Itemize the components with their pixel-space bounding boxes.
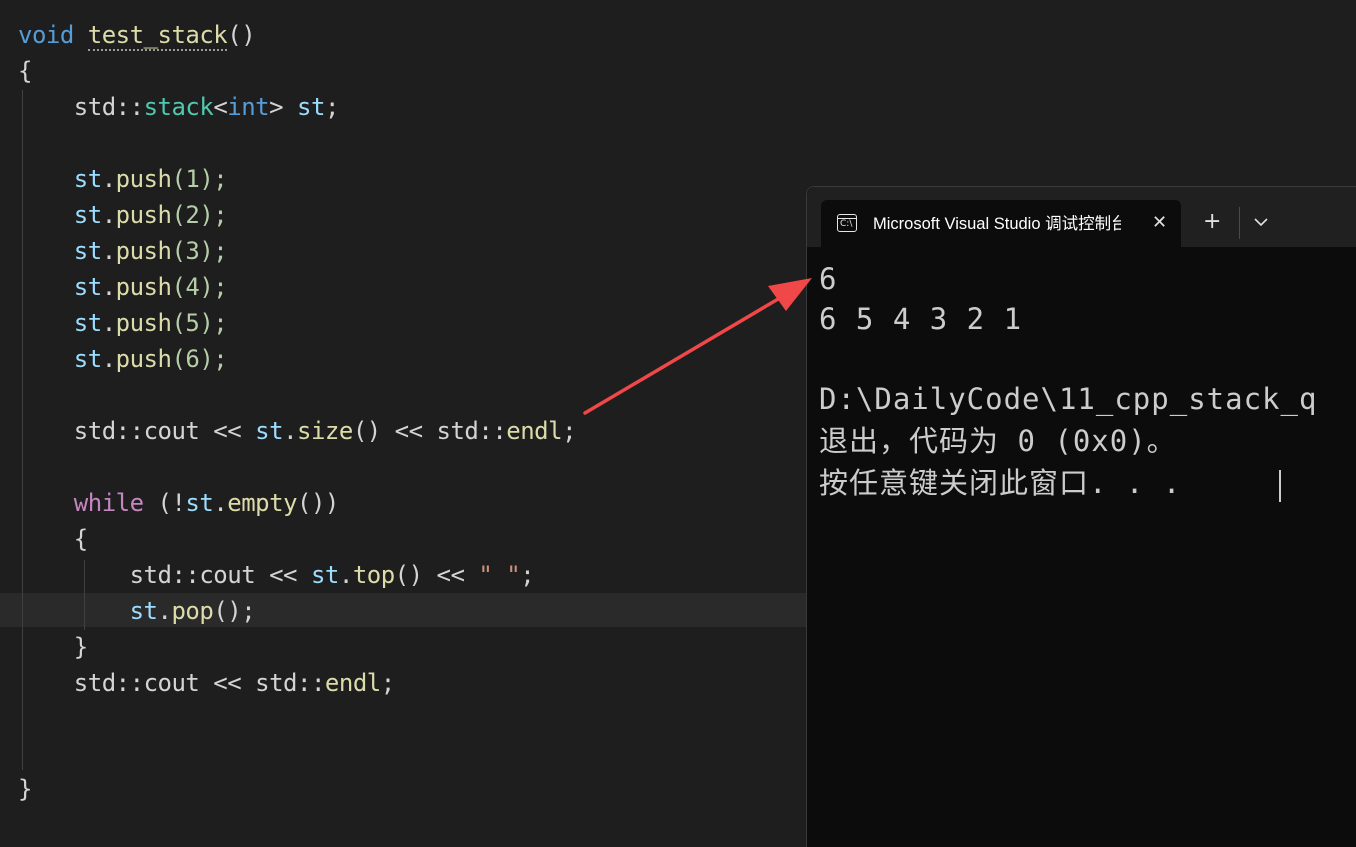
console-tab[interactable]: C:\ Microsoft Visual Studio 调试控制台 ✕ [821, 200, 1181, 247]
code-line-push-4[interactable]: st.push(4); [18, 269, 228, 305]
code-line-cout-endl[interactable]: std::cout << std::endl; [18, 665, 395, 701]
console-output-line: D:\DailyCode\11_cpp_stack_q [819, 382, 1318, 416]
console-output-line: 退出，代码为 0 (0x0)。 [819, 424, 1177, 458]
code-line-end[interactable]: } [18, 771, 32, 807]
code-line-1[interactable]: void test_stack() [18, 17, 256, 53]
tab-title: Microsoft Visual Studio 调试控制台 [873, 215, 1121, 233]
code-line-pop[interactable]: st.pop(); [18, 593, 256, 629]
code-line-cout-top[interactable]: std::cout << st.top() << " "; [18, 557, 535, 593]
code-line-while[interactable]: while (!st.empty()) [18, 485, 340, 521]
close-icon[interactable]: ✕ [1152, 212, 1167, 234]
text-cursor [1279, 470, 1281, 502]
chevron-down-icon[interactable] [1250, 211, 1272, 233]
code-line-push-5[interactable]: st.push(5); [18, 305, 228, 341]
code-line-while-open[interactable]: { [18, 521, 88, 557]
code-line-3[interactable]: std::stack<int> st; [18, 89, 340, 125]
code-line-cout-size[interactable]: std::cout << st.size() << std::endl; [18, 413, 577, 449]
code-line-2[interactable]: { [18, 53, 32, 89]
code-line-push-2[interactable]: st.push(2); [18, 197, 228, 233]
code-line-push-6[interactable]: st.push(6); [18, 341, 228, 377]
console-output-line: 按任意键关闭此窗口. . . [819, 466, 1182, 500]
terminal-tab-bar: C:\ Microsoft Visual Studio 调试控制台 ✕ + [807, 187, 1356, 247]
new-tab-button[interactable]: + [1203, 209, 1221, 235]
code-line-while-close[interactable]: } [18, 629, 88, 665]
code-line-push-3[interactable]: st.push(3); [18, 233, 228, 269]
console-output-line: 6 5 4 3 2 1 [819, 302, 1023, 336]
console-icon: C:\ [837, 214, 857, 232]
debug-console-window[interactable]: C:\ Microsoft Visual Studio 调试控制台 ✕ + 6 … [806, 186, 1356, 847]
tab-separator [1239, 207, 1240, 239]
code-line-push-1[interactable]: st.push(1); [18, 161, 228, 197]
console-output-line: 6 [819, 262, 838, 296]
